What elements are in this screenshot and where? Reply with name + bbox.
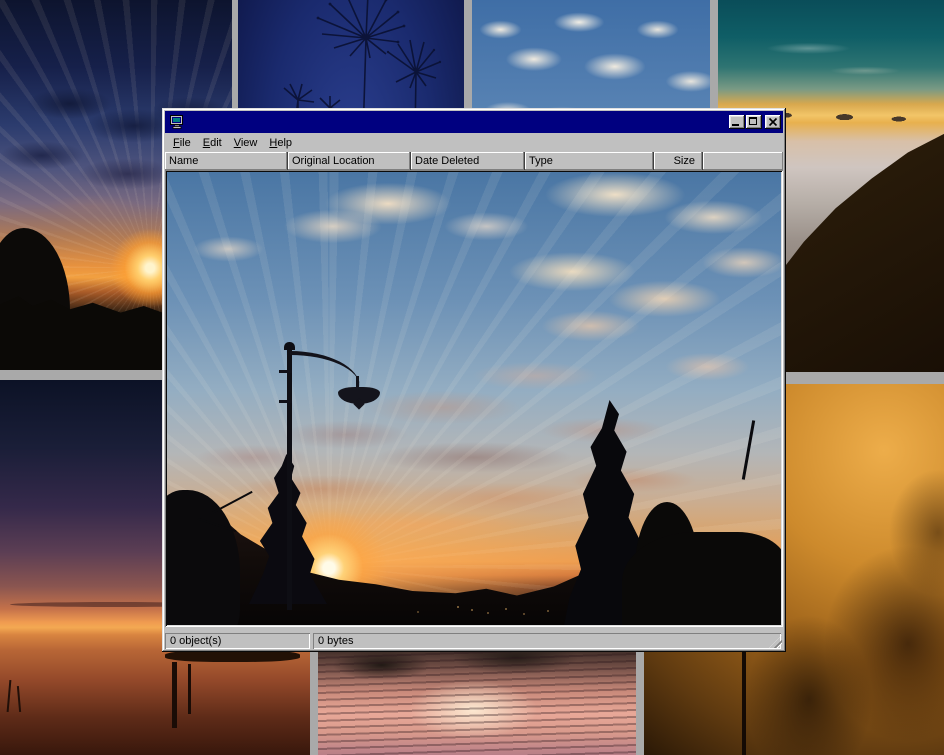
reed-stick bbox=[7, 680, 12, 712]
close-button[interactable] bbox=[765, 115, 781, 129]
close-icon bbox=[767, 116, 779, 128]
reed-stick bbox=[17, 686, 21, 712]
minimize-button[interactable] bbox=[729, 115, 745, 129]
thin-pole bbox=[742, 646, 746, 755]
city-lights bbox=[457, 606, 459, 608]
maximize-icon bbox=[749, 117, 757, 125]
computer-icon bbox=[169, 114, 185, 130]
wooden-pole bbox=[172, 662, 177, 728]
column-header-date-deleted[interactable]: Date Deleted bbox=[411, 152, 525, 170]
column-header-size[interactable]: Size bbox=[654, 152, 703, 170]
menu-bar: File Edit View Help bbox=[165, 133, 783, 152]
list-column-headers: Name Original Location Date Deleted Type… bbox=[165, 152, 783, 170]
water-ripples bbox=[318, 650, 636, 755]
streetlamp-sunset-photo bbox=[167, 172, 781, 625]
menu-edit[interactable]: Edit bbox=[199, 135, 226, 151]
street-lamp-pole bbox=[287, 348, 292, 610]
status-object-count: 0 object(s) bbox=[165, 633, 310, 649]
maximize-button[interactable] bbox=[746, 115, 762, 129]
street-lamp-bracket bbox=[279, 370, 292, 373]
status-bar: 0 object(s) 0 bytes bbox=[165, 627, 783, 649]
column-header-spacer bbox=[703, 152, 783, 170]
street-lamp-top bbox=[284, 342, 295, 350]
menu-help[interactable]: Help bbox=[265, 135, 296, 151]
wooden-pole bbox=[188, 664, 191, 714]
column-header-original-location[interactable]: Original Location bbox=[288, 152, 411, 170]
column-header-name[interactable]: Name bbox=[165, 152, 288, 170]
minimize-icon bbox=[732, 124, 739, 126]
right-bush-silhouette bbox=[622, 532, 781, 625]
column-header-type[interactable]: Type bbox=[525, 152, 654, 170]
menu-view[interactable]: View bbox=[230, 135, 262, 151]
window-controls bbox=[728, 115, 781, 129]
status-byte-count: 0 bytes bbox=[313, 633, 781, 649]
titlebar[interactable] bbox=[165, 111, 783, 133]
street-lamp-bracket bbox=[279, 400, 292, 403]
recycle-bin-window: File Edit View Help Name Original Locati… bbox=[162, 108, 786, 652]
list-viewport[interactable] bbox=[165, 170, 783, 627]
menu-file[interactable]: File bbox=[169, 135, 195, 151]
desktop: { "desktop": { "gutter_color": "#a9a9a9"… bbox=[0, 0, 944, 755]
